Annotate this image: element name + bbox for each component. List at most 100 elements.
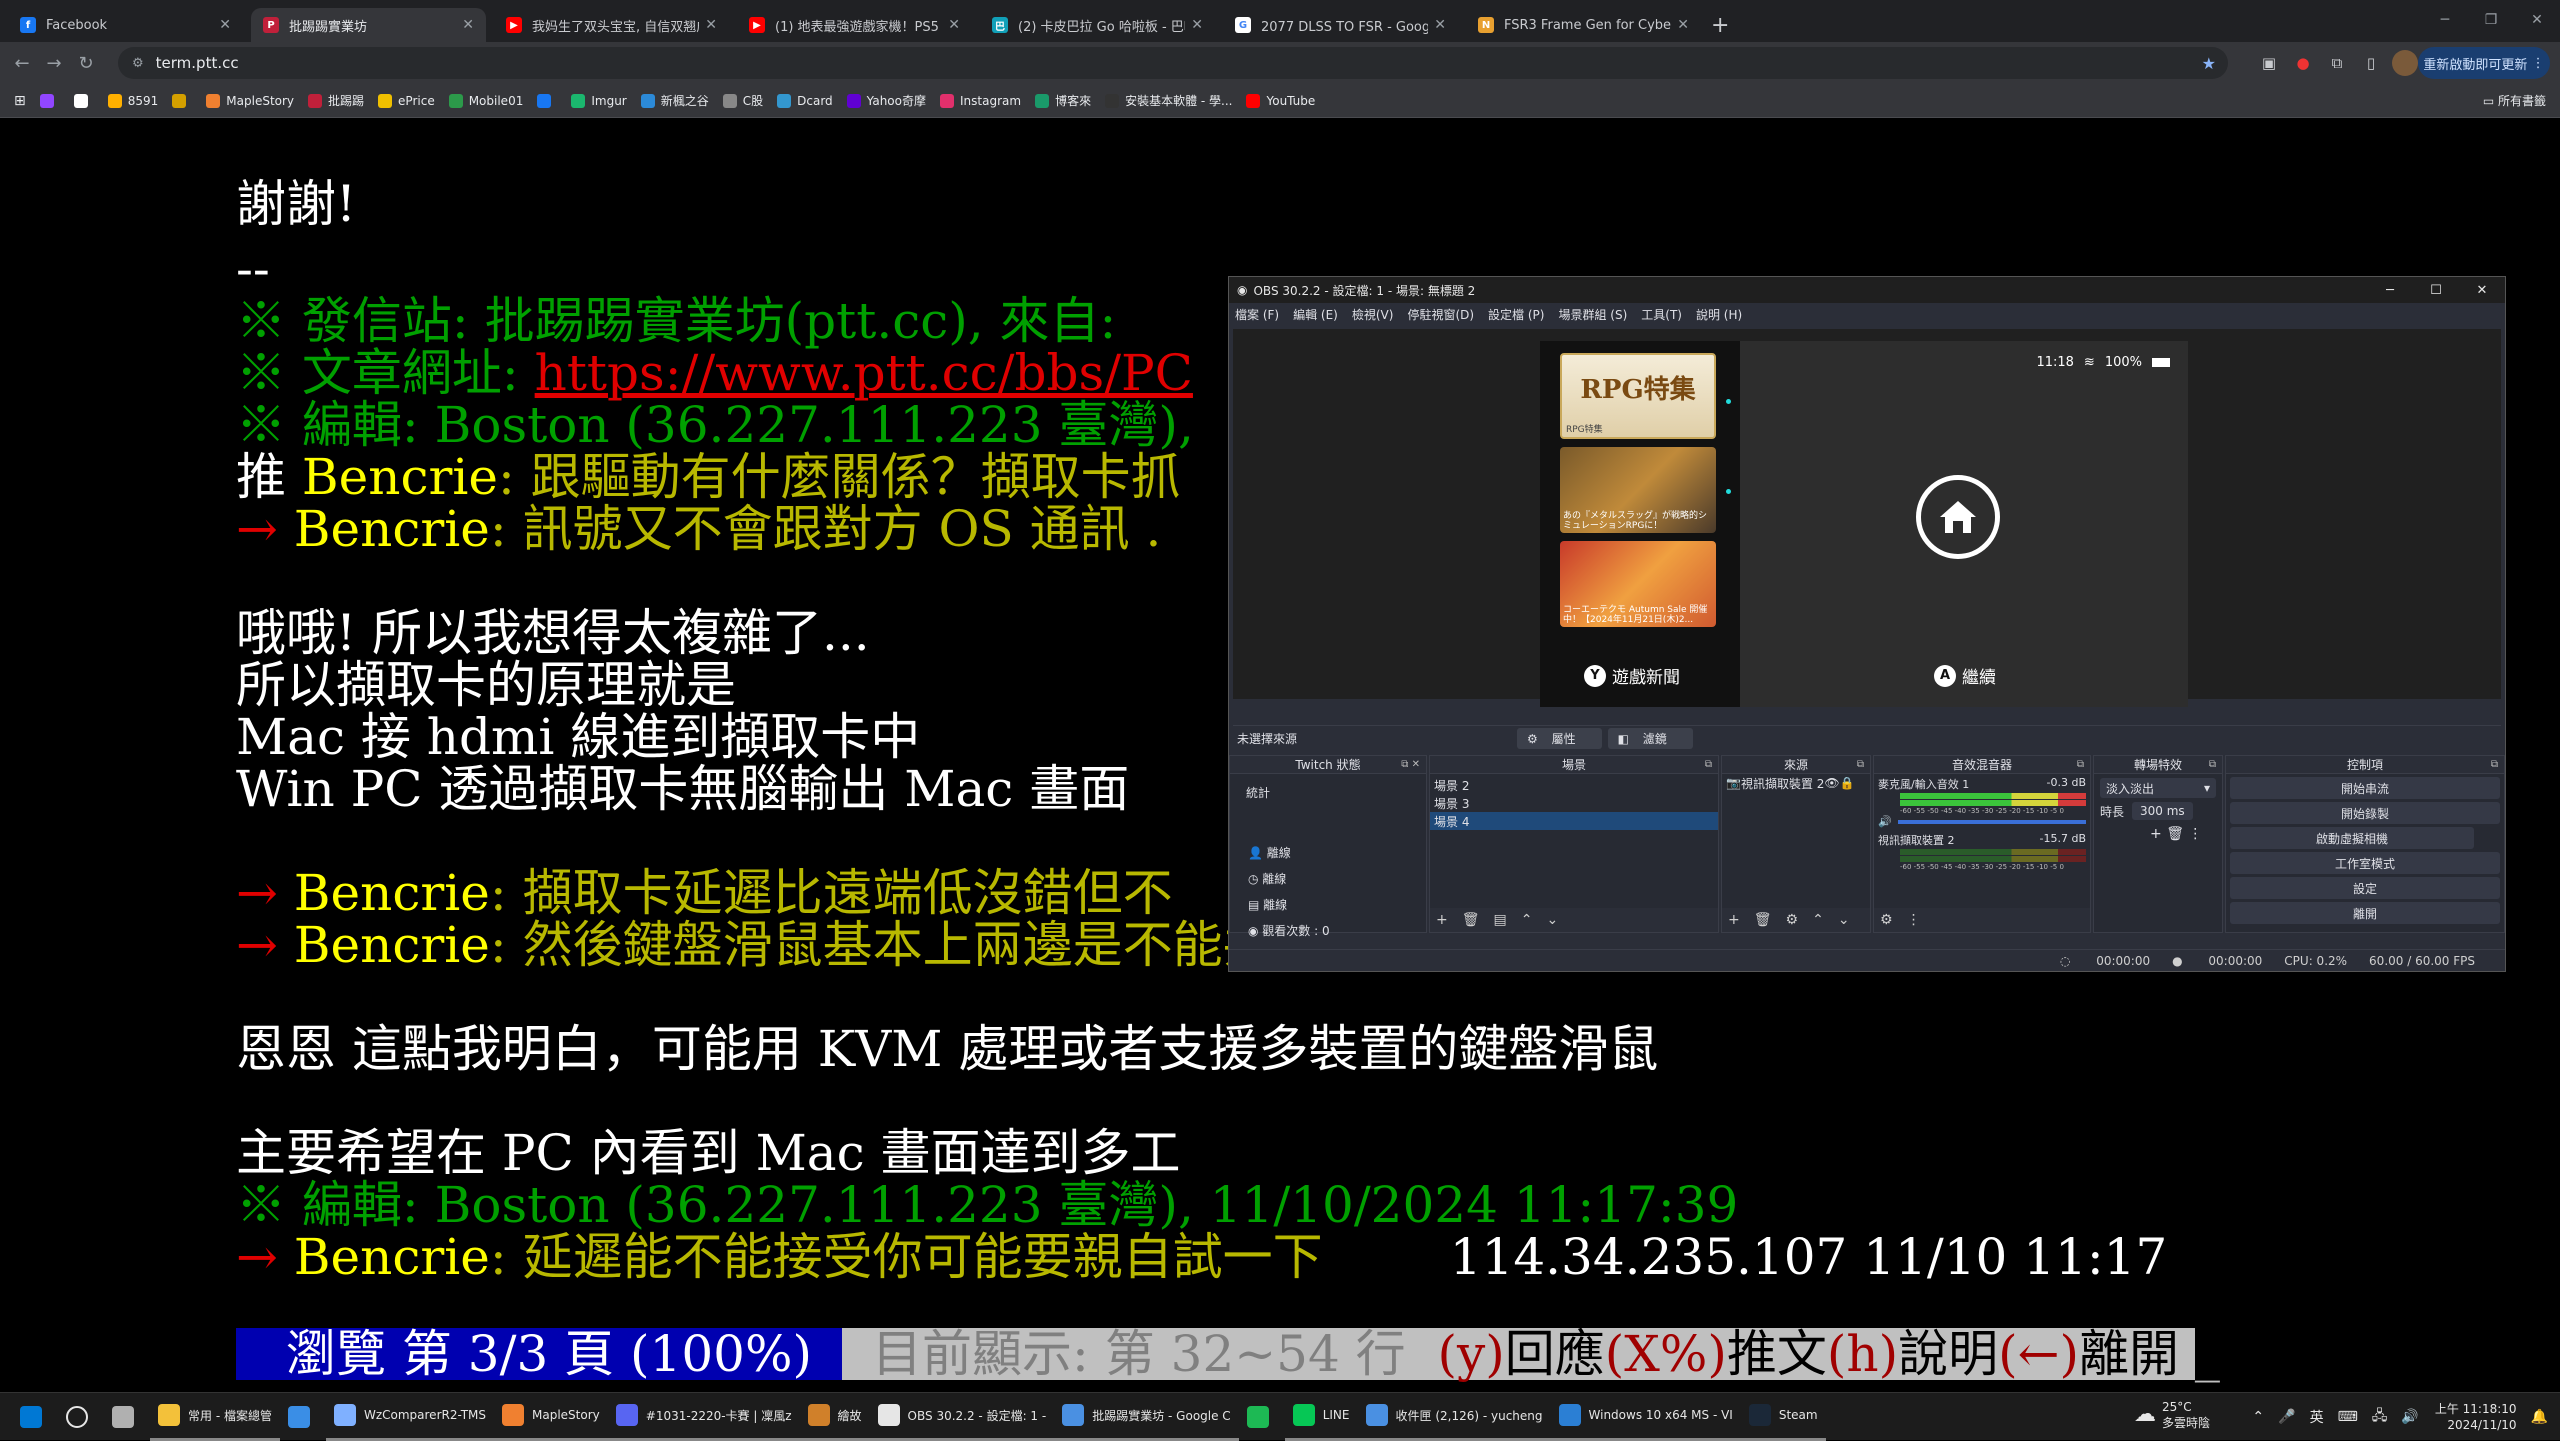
tab-6[interactable]: NFSR3 Frame Gen for Cyberpunk✕: [1466, 8, 1701, 42]
bookmark-item[interactable]: 批踢踢: [308, 92, 364, 109]
sidebar-icon[interactable]: ▯: [2358, 50, 2384, 76]
apps-icon[interactable]: ⊞: [14, 93, 26, 109]
cast-icon[interactable]: ▣: [2256, 50, 2282, 76]
obs-preview[interactable]: RPG特集 RPG特集 あの『メタルスラッグ』が戦略的シミュレーションRPGに！…: [1233, 329, 2501, 707]
menu-icon[interactable]: ⋮: [1907, 912, 1921, 928]
tab-close-icon[interactable]: ✕: [1434, 17, 1446, 33]
back-icon[interactable]: ←: [6, 53, 38, 74]
avatar[interactable]: [2392, 50, 2418, 76]
down-icon[interactable]: ⌄: [1546, 912, 1558, 928]
site-info-icon[interactable]: ⚙: [132, 56, 144, 71]
scene-item[interactable]: 場景 3: [1430, 794, 1718, 812]
tab-5[interactable]: G2077 DLSS TO FSR - Google 搜✕: [1223, 8, 1458, 42]
bookmark-item[interactable]: Mobile01: [448, 93, 523, 108]
extension-icon[interactable]: ●: [2290, 50, 2316, 76]
tab-close-icon[interactable]: ✕: [1191, 17, 1203, 33]
bookmark-item[interactable]: [39, 93, 60, 108]
dock-float-icon[interactable]: ⧉: [2209, 759, 2216, 770]
bookmark-item[interactable]: Imgur: [571, 93, 627, 108]
add-icon[interactable]: +: [2150, 826, 2162, 842]
tab-2[interactable]: ▶ 我妈生了双头宝宝, 自信双翘成 ✕: [494, 8, 729, 42]
obs-menu-item[interactable]: 工具(T): [1641, 306, 1682, 323]
mic-icon[interactable]: 🎤: [2278, 1409, 2295, 1425]
scene-item[interactable]: 場景 2: [1430, 776, 1718, 794]
bookmark-item[interactable]: 新楓之谷: [640, 92, 709, 109]
all-bookmarks[interactable]: ▭ 所有書籤: [2483, 92, 2546, 109]
tab-0[interactable]: f Facebook ✕: [8, 8, 243, 42]
chevron-up-icon[interactable]: ⌃: [2252, 1409, 2264, 1425]
dock-float-icon[interactable]: ⧉ ✕: [1401, 759, 1420, 770]
add-icon[interactable]: +: [1728, 912, 1740, 928]
tab-close-icon[interactable]: ✕: [1677, 17, 1689, 33]
trash-icon[interactable]: 🗑: [1754, 912, 1772, 928]
update-button[interactable]: 重新啟動即可更新 ⋮: [2418, 47, 2550, 79]
source-item[interactable]: 📷 視訊擷取裝置 2 👁🔒: [1722, 774, 1870, 792]
bookmark-item[interactable]: MapleStory: [206, 93, 294, 108]
continue-label[interactable]: A 繼續: [1934, 663, 1996, 688]
weather-widget[interactable]: ☁ 25°C 多雲時陰: [2134, 1399, 2210, 1431]
bookmark-item[interactable]: Yahoo奇摩: [846, 92, 926, 109]
obs-menu-item[interactable]: 檢視(V): [1352, 306, 1394, 323]
dock-float-icon[interactable]: ⧉: [1857, 759, 1864, 770]
forward-icon[interactable]: →: [38, 53, 70, 74]
filters-button[interactable]: ◧ 濾鏡: [1607, 728, 1693, 749]
tab-3[interactable]: ▶ (1) 地表最強遊戲家機！PS5 Pr ✕: [737, 8, 972, 42]
maximize-icon[interactable]: ❐: [2468, 0, 2514, 40]
up-icon[interactable]: ⌃: [1521, 912, 1533, 928]
gear-icon[interactable]: ⚙: [1880, 912, 1893, 928]
dock-float-icon[interactable]: ⧉: [2077, 759, 2084, 770]
obs-minimize-icon[interactable]: ─: [2367, 277, 2413, 303]
obs-menu-item[interactable]: 設定檔 (P): [1488, 306, 1544, 323]
taskbar-item[interactable]: LINE: [1284, 1393, 1358, 1441]
volume-slider[interactable]: [1897, 819, 2086, 824]
bookmark-item[interactable]: C股: [722, 92, 763, 109]
control-button-1[interactable]: 開始錄製: [2230, 802, 2500, 824]
new-tab-button[interactable]: +: [1711, 8, 1729, 42]
bookmark-item[interactable]: Dcard: [777, 93, 833, 108]
taskbar-item[interactable]: 常用 - 檔案總管: [150, 1393, 280, 1441]
tab-close-icon[interactable]: ✕: [948, 17, 960, 33]
volume-icon[interactable]: 🔊: [2401, 1409, 2418, 1425]
obs-close-icon[interactable]: ✕: [2459, 277, 2505, 303]
taskbar-item[interactable]: [280, 1393, 326, 1441]
down-icon[interactable]: ⌄: [1838, 912, 1850, 928]
taskbar-item[interactable]: 繪故: [799, 1393, 870, 1441]
sale-thumbnail[interactable]: コーエーテクモ Autumn Sale 開催中！【2024年11月21日(木)2…: [1560, 541, 1716, 627]
gear-icon[interactable]: ⚙: [1786, 912, 1799, 928]
reload-icon[interactable]: ↻: [70, 53, 102, 74]
duration-input[interactable]: 300 ms: [2132, 802, 2193, 820]
notification-icon[interactable]: 🔔: [2531, 1409, 2548, 1425]
control-button-3[interactable]: 工作室模式: [2230, 852, 2500, 874]
tab-4[interactable]: 巴 (2) 卡皮巴拉 Go 哈啦板 - 巴哈 ✕: [980, 8, 1215, 42]
home-icon[interactable]: [1916, 475, 2000, 559]
up-icon[interactable]: ⌃: [1812, 912, 1824, 928]
taskbar-item[interactable]: Windows 10 x64 MS - VI: [1550, 1393, 1741, 1441]
obs-menu-item[interactable]: 編輯 (E): [1293, 306, 1338, 323]
bookmark-item[interactable]: [537, 93, 557, 108]
bookmark-item[interactable]: Instagram: [940, 93, 1021, 108]
news-label[interactable]: Y 遊戲新聞: [1584, 663, 1680, 688]
taskbar-item[interactable]: [58, 1393, 104, 1441]
network-icon[interactable]: 🖧: [2372, 1405, 2388, 1429]
ime-indicator[interactable]: 英: [2310, 1407, 2324, 1427]
taskbar-item[interactable]: Steam: [1740, 1393, 1826, 1441]
taskbar-item[interactable]: 批踢踢實業坊 - Google C: [1054, 1393, 1239, 1441]
bookmark-item[interactable]: [73, 93, 94, 108]
bookmark-star-icon[interactable]: ★: [2202, 54, 2216, 73]
bookmark-item[interactable]: 8591: [107, 93, 158, 108]
menu-icon[interactable]: ⋮: [2188, 826, 2202, 842]
obs-menu-item[interactable]: 說明 (H): [1696, 306, 1742, 323]
dock-float-icon[interactable]: ⧉: [1705, 759, 1712, 770]
taskbar-item[interactable]: [1239, 1393, 1285, 1441]
clock[interactable]: 上午 11:18:10 2024/11/10: [2435, 1401, 2517, 1433]
dock-float-icon[interactable]: ⧉: [2491, 759, 2498, 770]
bookmark-item[interactable]: ePrice: [378, 93, 435, 108]
scene-item[interactable]: 場景 4: [1430, 812, 1718, 830]
bookmark-item[interactable]: YouTube: [1246, 93, 1315, 108]
tab-close-icon[interactable]: ✕: [705, 17, 717, 33]
tab-1[interactable]: P 批踢踢實業坊 ✕: [251, 8, 486, 42]
bookmark-item[interactable]: 安裝基本軟體 - 學...: [1105, 92, 1232, 109]
transition-select[interactable]: 淡入淡出 ▾: [2100, 778, 2216, 798]
control-button-2[interactable]: 啟動虛擬相機: [2230, 827, 2474, 849]
omnibox[interactable]: ⚙ term.ptt.cc ★: [118, 47, 2228, 79]
